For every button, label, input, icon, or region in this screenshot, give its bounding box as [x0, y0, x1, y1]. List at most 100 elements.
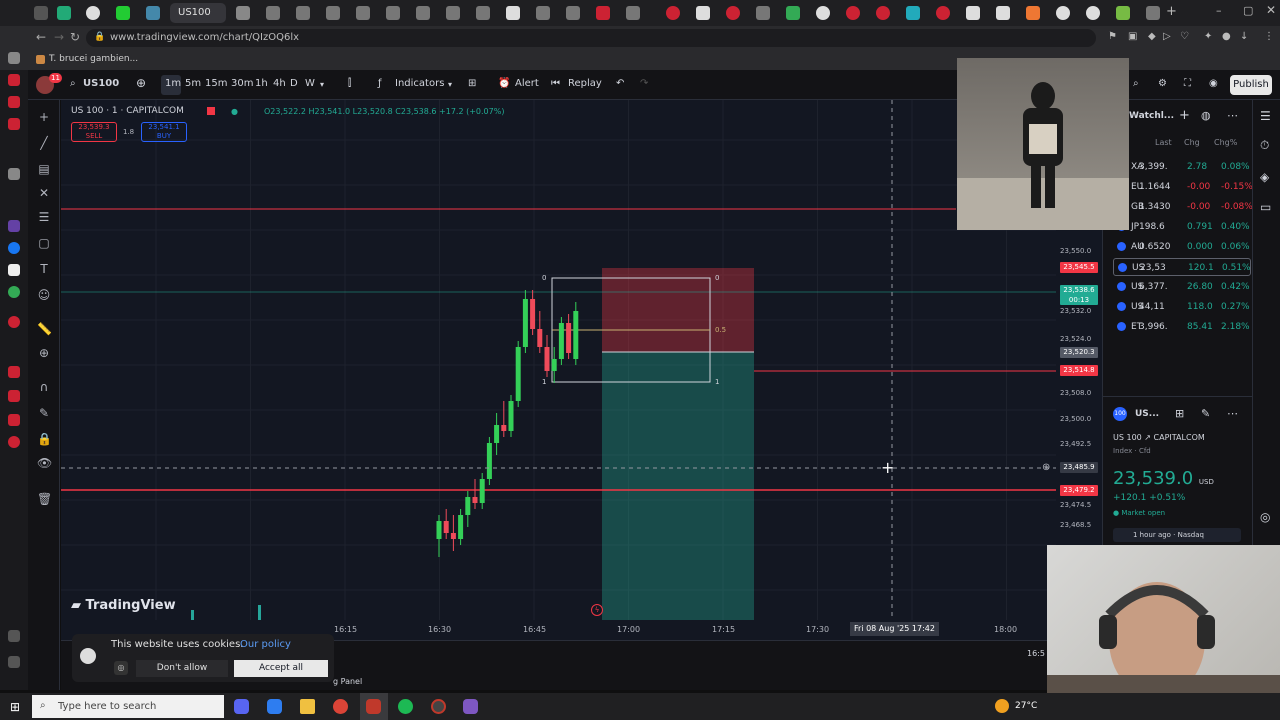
interval-15m[interactable]: 15m	[205, 78, 227, 89]
tab-icon[interactable]	[626, 6, 640, 20]
price-chart[interactable]	[61, 100, 1056, 640]
x-icon[interactable]	[8, 264, 20, 276]
tab-icon[interactable]	[756, 6, 770, 20]
sidebar-app-icon[interactable]	[8, 74, 20, 86]
details-short-symbol[interactable]: US...	[1135, 409, 1159, 419]
twitch-icon[interactable]	[8, 220, 20, 232]
back-icon[interactable]: ←	[36, 30, 46, 44]
spotify-icon[interactable]	[398, 699, 413, 714]
url-input[interactable]: 🔒 www.tradingview.com/chart/QIzOQ6lx	[86, 29, 1096, 47]
indicators-button[interactable]: Indicators	[395, 78, 444, 89]
tab-icon[interactable]	[326, 6, 340, 20]
cookie-settings-icon[interactable]: ◎	[114, 661, 128, 675]
watchlist-row[interactable]: ET 3,996. 85.41 2.18%	[1113, 318, 1251, 336]
layout-icon[interactable]: ⊞	[1175, 407, 1184, 420]
alert-button[interactable]: Alert	[515, 78, 539, 89]
tab-icon[interactable]	[1146, 6, 1160, 20]
alert-icon[interactable]: ⏰	[498, 78, 510, 89]
tab-icon[interactable]	[1026, 6, 1040, 20]
tab-icon[interactable]	[34, 6, 48, 20]
sidebar-app-icon[interactable]	[8, 316, 20, 328]
tab-icon[interactable]	[846, 6, 860, 20]
twitch-studio-icon[interactable]	[463, 699, 478, 714]
tab-icon[interactable]	[816, 6, 830, 20]
candle-type-icon[interactable]: ⫿	[348, 78, 351, 89]
copilot-icon[interactable]	[267, 699, 282, 714]
sidebar-settings-icon[interactable]	[8, 630, 20, 642]
interval-d[interactable]: D	[290, 78, 298, 89]
publish-button[interactable]: Publish	[1230, 75, 1272, 95]
tab-icon[interactable]	[726, 6, 740, 20]
quick-search-icon[interactable]: ⌕	[1133, 78, 1139, 89]
chart-pane[interactable]: US 100 · 1 · CAPITALCOM ● O23,522.2 H23,…	[61, 100, 1056, 640]
watchlist-row[interactable]: US 6,377. 26.80 0.42%	[1113, 278, 1251, 296]
news-item[interactable]: 1 hour ago · Nasdaq	[1113, 528, 1241, 542]
watchlist-row[interactable]: US 44,11 118.0 0.27%	[1113, 298, 1251, 316]
edit-icon[interactable]: ✎	[1201, 407, 1210, 420]
watchlist-row[interactable]: JP 198.6 0.791 0.40%	[1113, 218, 1251, 236]
tab-icon[interactable]	[596, 6, 610, 20]
target-icon[interactable]: ◎	[1260, 510, 1270, 524]
maximize-icon[interactable]: ▢	[1243, 4, 1253, 17]
layers-icon[interactable]: ◈	[1260, 170, 1269, 184]
interval-w[interactable]: W	[305, 78, 315, 89]
file-explorer-icon[interactable]	[300, 699, 315, 714]
extensions-icon[interactable]: ✦	[1204, 31, 1212, 42]
interval-5m[interactable]: 5m	[185, 78, 201, 89]
tab-icon[interactable]	[296, 6, 310, 20]
google-icon[interactable]	[1086, 6, 1100, 20]
more-icon[interactable]: ⋯	[1227, 109, 1238, 122]
cookie-policy-link[interactable]: Our policy	[240, 639, 291, 650]
download-icon[interactable]: ↓	[1240, 31, 1248, 42]
replay-icon[interactable]: ⏮	[551, 78, 560, 89]
close-icon[interactable]: ✕	[1266, 3, 1276, 17]
interval-1h[interactable]: 1h	[255, 78, 268, 89]
tab-icon[interactable]	[146, 6, 160, 20]
tab-icon[interactable]	[786, 6, 800, 20]
chrome-icon[interactable]	[333, 699, 348, 714]
tab-icon[interactable]	[446, 6, 460, 20]
discord-icon[interactable]	[234, 699, 249, 714]
play-icon[interactable]: ▷	[1163, 31, 1171, 42]
watchlist-icon[interactable]: ☰	[1260, 109, 1271, 123]
text-icon[interactable]: T	[37, 262, 51, 276]
sidebar-app-icon[interactable]	[8, 366, 20, 378]
tab-icon[interactable]	[906, 6, 920, 20]
tab-icon[interactable]	[356, 6, 370, 20]
sidebar-app-icon[interactable]	[8, 436, 20, 448]
active-tab[interactable]: US100	[170, 3, 226, 23]
magnet-icon[interactable]: ∩	[37, 380, 51, 394]
indicators-icon[interactable]: ƒ	[378, 78, 382, 89]
tab-icon[interactable]	[116, 6, 130, 20]
interval-30m[interactable]: 30m	[231, 78, 253, 89]
forecast-icon[interactable]: ☰	[37, 210, 51, 224]
weather-temp[interactable]: 27°C	[1015, 701, 1037, 711]
google-icon[interactable]	[1056, 6, 1070, 20]
column-last[interactable]: Last	[1155, 138, 1172, 147]
tab-icon[interactable]	[266, 6, 280, 20]
watchlist-row[interactable]: EU 1.1644 -0.00 -0.15%	[1113, 178, 1253, 196]
obs-icon[interactable]	[431, 699, 446, 714]
eye-icon[interactable]: 👁	[37, 456, 52, 470]
minimize-icon[interactable]: –	[1216, 4, 1222, 17]
extension-icon[interactable]: ▣	[1128, 31, 1137, 42]
whatsapp-icon[interactable]	[8, 286, 20, 298]
tab-icon[interactable]	[936, 6, 950, 20]
undo-icon[interactable]: ↶	[616, 78, 624, 89]
widget-icon[interactable]: ◍	[1201, 109, 1211, 122]
bookmark-icon[interactable]: ⚑	[1108, 31, 1117, 42]
tab-icon[interactable]	[566, 6, 580, 20]
tab-icon[interactable]	[666, 6, 680, 20]
redo-icon[interactable]: ↷	[640, 78, 648, 89]
emoji-icon[interactable]: ☺	[37, 288, 51, 302]
tab-icon[interactable]	[966, 6, 980, 20]
column-chg-pct[interactable]: Chg%	[1214, 138, 1237, 147]
sidebar-app-icon[interactable]	[8, 390, 20, 402]
pattern-icon[interactable]: ✕	[37, 186, 51, 200]
profile-icon[interactable]: ●	[1222, 31, 1231, 42]
cookie-accept-button[interactable]: Accept all	[234, 660, 328, 677]
tab-icon[interactable]	[696, 6, 710, 20]
chat-icon[interactable]: ▭	[1260, 200, 1271, 214]
weather-sun-icon[interactable]	[995, 699, 1009, 713]
camera-icon[interactable]: ◉	[1209, 78, 1218, 89]
